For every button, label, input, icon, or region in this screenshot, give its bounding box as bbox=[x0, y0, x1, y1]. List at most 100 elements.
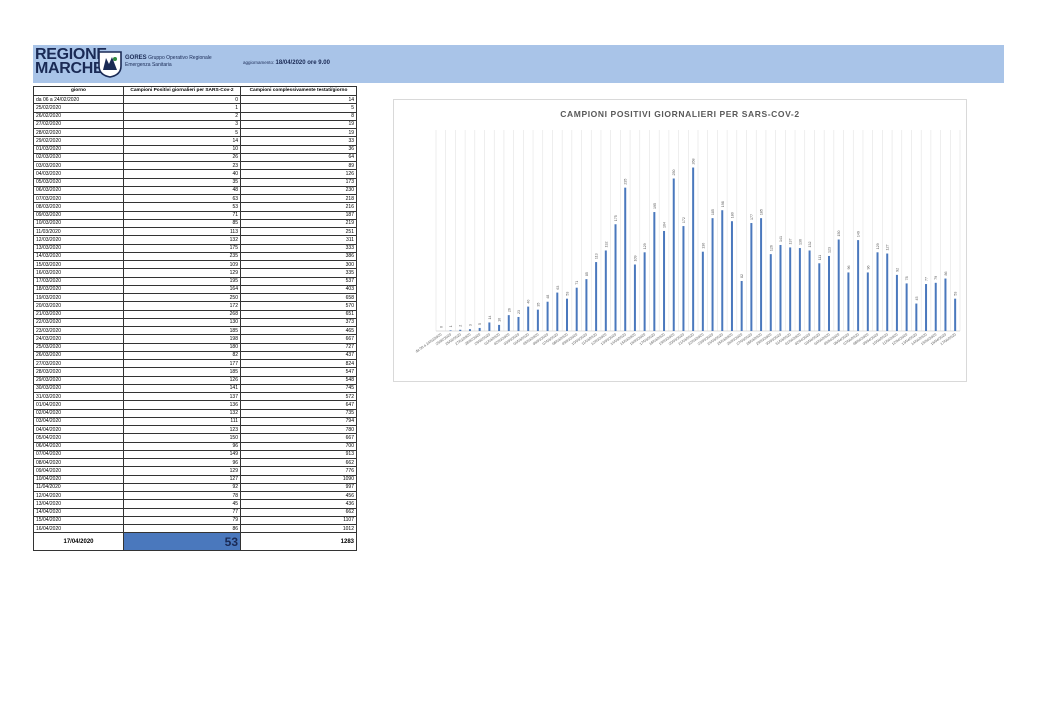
tested-cell: 403 bbox=[240, 284, 357, 295]
org-info: GORES Gruppo Operativo Regionale Emergen… bbox=[125, 55, 212, 69]
positive-cell: 0 bbox=[123, 94, 241, 105]
table-row: 15/03/2020 109 300 bbox=[33, 259, 357, 270]
table-header-row: giorno Campioni Positivi giornalieri per… bbox=[33, 86, 357, 96]
logo-line-2: MARCHE bbox=[35, 60, 104, 77]
positive-cell: 185 bbox=[123, 325, 241, 336]
data-label: 235 bbox=[624, 179, 628, 185]
bar bbox=[663, 230, 666, 331]
bar bbox=[701, 251, 704, 331]
date-cell: 26/03/2020 bbox=[33, 350, 124, 361]
column-header: giorno bbox=[33, 86, 124, 96]
date-cell: 15/04/2020 bbox=[33, 515, 124, 526]
table-row: 06/04/2020 96 700 bbox=[33, 441, 357, 451]
positive-cell: 35 bbox=[123, 177, 241, 187]
bar bbox=[818, 263, 821, 331]
bar bbox=[498, 324, 501, 331]
positive-cell: 132 bbox=[123, 235, 241, 245]
data-label: 123 bbox=[828, 247, 832, 253]
data-label: 26 bbox=[507, 308, 511, 312]
bar bbox=[566, 298, 568, 331]
bar bbox=[604, 250, 607, 331]
data-label: 96 bbox=[847, 265, 851, 269]
positive-cell: 126 bbox=[123, 375, 241, 385]
date-cell: 10/03/2020 bbox=[33, 218, 124, 229]
positive-cell: 78 bbox=[123, 490, 241, 501]
table-row: 10/04/2020 127 1090 bbox=[33, 474, 357, 484]
positive-cell: 130 bbox=[123, 317, 241, 328]
table-row: 12/03/2020 132 311 bbox=[33, 235, 357, 245]
date-cell: 04/03/2020 bbox=[33, 169, 124, 179]
data-label: 45 bbox=[915, 297, 919, 301]
bar bbox=[798, 248, 801, 331]
tested-cell: 8 bbox=[240, 111, 357, 121]
tested-cell: 651 bbox=[240, 309, 357, 319]
positive-cell: 10 bbox=[123, 144, 241, 154]
tested-cell: 667 bbox=[240, 334, 357, 344]
bar bbox=[808, 250, 811, 331]
date-cell: 04/04/2020 bbox=[33, 424, 124, 435]
bar bbox=[866, 272, 869, 331]
table-row: 29/03/2020 126 548 bbox=[33, 375, 357, 385]
tested-cell: 572 bbox=[240, 391, 357, 402]
bar bbox=[633, 264, 636, 331]
tested-cell: 1090 bbox=[240, 474, 357, 484]
bar bbox=[769, 254, 772, 331]
tested-cell: 33 bbox=[240, 136, 357, 146]
table-row: 12/04/2020 78 456 bbox=[33, 490, 357, 501]
data-label: 132 bbox=[808, 241, 812, 247]
data-label: 53 bbox=[566, 292, 570, 296]
tested-cell: 89 bbox=[240, 160, 357, 171]
data-label: 96 bbox=[866, 265, 870, 269]
tested-cell: 667 bbox=[240, 433, 357, 443]
data-label: 149 bbox=[857, 231, 861, 237]
data-label: 1 bbox=[449, 325, 453, 327]
tested-cell: 5 bbox=[240, 103, 357, 113]
date-cell: 28/03/2020 bbox=[33, 367, 124, 377]
bar bbox=[760, 218, 763, 331]
bar bbox=[895, 274, 898, 331]
table-row: 09/03/2020 71 187 bbox=[33, 210, 357, 220]
table-row: 01/04/2020 136 647 bbox=[33, 400, 357, 410]
table-row: 26/03/2020 82 437 bbox=[33, 350, 357, 361]
positive-cell: 26 bbox=[123, 152, 241, 163]
date-cell: 11/04/2020 bbox=[33, 482, 124, 493]
bar bbox=[643, 252, 646, 331]
region-logo-text: REGIONE MARCHE bbox=[35, 47, 107, 77]
positive-cell: 150 bbox=[123, 433, 241, 443]
date-cell: 27/03/2020 bbox=[33, 358, 124, 369]
data-label: 10 bbox=[498, 318, 502, 322]
bar bbox=[730, 221, 733, 331]
date-cell: 06/04/2020 bbox=[33, 441, 124, 451]
date-cell: 03/03/2020 bbox=[33, 160, 124, 171]
tested-cell: 658 bbox=[240, 292, 357, 303]
table-row: 16/03/2020 129 335 bbox=[33, 268, 357, 278]
bar bbox=[857, 240, 860, 331]
date-cell: 23/03/2020 bbox=[33, 325, 124, 336]
date-cell: 11/03/2020 bbox=[33, 226, 124, 237]
table-row: 13/03/2020 175 333 bbox=[33, 243, 357, 253]
table-row: 11/03/2020 113 251 bbox=[33, 226, 357, 237]
table-row: 28/03/2020 185 547 bbox=[33, 367, 357, 377]
positive-cell: 132 bbox=[123, 408, 241, 418]
data-label: 14 bbox=[488, 315, 492, 319]
table-row: 23/03/2020 185 465 bbox=[33, 325, 357, 336]
positive-cell: 177 bbox=[123, 358, 241, 369]
chart-title: CAMPIONI POSITIVI GIORNALIERI PER SARS-C… bbox=[560, 109, 799, 119]
org-name: GORES bbox=[125, 55, 147, 61]
bar bbox=[507, 315, 510, 331]
positive-cell: 149 bbox=[123, 449, 241, 460]
bar bbox=[449, 330, 452, 331]
date-cell: 12/03/2020 bbox=[33, 235, 124, 245]
bar bbox=[750, 223, 753, 331]
bar bbox=[478, 327, 481, 331]
bar bbox=[934, 282, 937, 331]
positive-cell: 268 bbox=[123, 309, 241, 319]
bar-chart: CAMPIONI POSITIVI GIORNALIERI PER SARS-C… bbox=[415, 109, 961, 354]
bar bbox=[740, 280, 743, 331]
date-cell: 16/03/2020 bbox=[33, 268, 124, 278]
data-label: 185 bbox=[760, 209, 764, 215]
data-label: 92 bbox=[895, 268, 899, 272]
data-label: 77 bbox=[925, 277, 929, 281]
positive-cell: 195 bbox=[123, 276, 241, 286]
date-cell: 13/04/2020 bbox=[33, 499, 124, 509]
